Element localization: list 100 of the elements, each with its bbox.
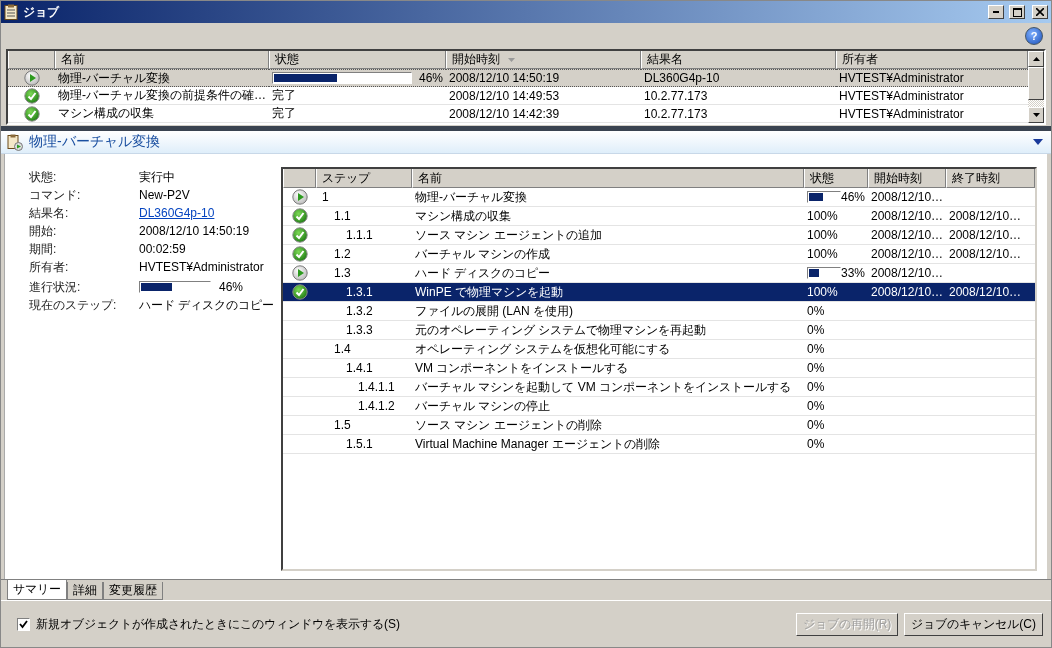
play-icon xyxy=(23,70,40,86)
close-button[interactable] xyxy=(1032,5,1048,19)
table-cell: 0% xyxy=(807,380,825,394)
details-title: 物理-バーチャル変換 xyxy=(29,133,160,151)
table-cell: 2008/12/10 14:42:39 xyxy=(449,106,560,121)
collapse-icon[interactable] xyxy=(1033,139,1043,145)
check-icon xyxy=(23,87,40,104)
minimize-button[interactable] xyxy=(988,5,1004,19)
step-row[interactable]: 1.1 マシン構成の収集 100% 2008/12/10… 2008/12/10… xyxy=(283,207,1035,226)
play-icon xyxy=(291,265,308,281)
job-row[interactable]: 物理-バーチャル変換の前提条件の確… 完了 2008/12/10 14:49:53 10.2.77.173 HVTEST¥Administrator xyxy=(8,87,1028,105)
result-link[interactable]: DL360G4p-10 xyxy=(139,206,215,220)
table-cell: HVTEST¥Administrator xyxy=(839,71,964,85)
column-header[interactable]: 状態 xyxy=(269,51,446,69)
column-header[interactable]: 名前 xyxy=(412,169,804,188)
step-row[interactable]: 1 物理-バーチャル変換 46% 2008/12/10… xyxy=(283,188,1035,207)
percent-text: 33% xyxy=(841,266,866,280)
check-icon xyxy=(23,105,40,122)
play-icon xyxy=(291,189,308,205)
step-number: 1.5.1 xyxy=(346,437,373,451)
tab[interactable]: サマリー xyxy=(7,580,67,600)
table-cell: 100% xyxy=(807,228,838,242)
table-cell: オペレーティング システムを仮想化可能にする xyxy=(415,340,671,358)
table-cell: 2008/12/10… xyxy=(949,247,1022,261)
table-cell: 0% xyxy=(807,399,825,413)
table-cell: マシン構成の収集 xyxy=(58,105,154,122)
table-cell: 2008/12/10 14:49:53 xyxy=(449,88,560,103)
table-cell: 物理-バーチャル変換の前提条件の確… xyxy=(58,87,266,104)
step-row[interactable]: 1.5.1 Virtual Machine Manager エージェントの削除 0% xyxy=(283,435,1035,454)
percent-text: 46% xyxy=(418,71,443,85)
step-number: 1.1 xyxy=(334,209,351,223)
step-number: 1.3 xyxy=(334,266,351,280)
step-row[interactable]: 1.2 バーチャル マシンの作成 100% 2008/12/10… 2008/12/10… xyxy=(283,245,1035,264)
job-run-icon xyxy=(7,133,23,151)
minimize-icon xyxy=(993,11,999,13)
property-label: 現在のステップ: xyxy=(29,296,117,314)
property-value: New-P2V xyxy=(139,188,190,202)
column-header[interactable]: 名前 xyxy=(55,51,269,69)
table-cell: 0% xyxy=(807,418,825,432)
table-cell: 2008/12/10… xyxy=(871,266,944,280)
table-cell: 0% xyxy=(807,342,825,356)
property-value: 2008/12/10 14:50:19 xyxy=(139,224,250,238)
tab[interactable]: 変更履歴 xyxy=(103,582,163,600)
table-cell: マシン構成の収集 xyxy=(415,207,511,225)
table-cell: 2008/12/10… xyxy=(949,285,1022,299)
column-header[interactable]: 開始時刻 xyxy=(868,169,946,188)
step-row[interactable]: 1.5 ソース マシン エージェントの削除 0% xyxy=(283,416,1035,435)
job-row[interactable]: マシン構成の収集 完了 2008/12/10 14:42:39 10.2.77.173 HVTEST¥Administrator xyxy=(8,105,1028,123)
step-number: 1.3.1 xyxy=(346,285,373,299)
close-icon xyxy=(1036,8,1044,16)
table-cell: WinPE で物理マシンを起動 xyxy=(415,283,563,301)
column-header[interactable] xyxy=(283,169,316,188)
step-number: 1.2 xyxy=(334,247,351,261)
step-row[interactable]: 1.3.2 ファイルの展開 (LAN を使用) 0% xyxy=(283,302,1035,321)
step-number: 1.3.2 xyxy=(346,304,373,318)
percent-text: 46% xyxy=(219,280,244,294)
table-cell: 2008/12/10… xyxy=(871,247,944,261)
scroll-down-icon[interactable] xyxy=(1032,113,1040,117)
scrollbar[interactable] xyxy=(1028,51,1044,123)
check-icon xyxy=(291,284,308,300)
step-row[interactable]: 1.3.3 元のオペレーティング システムで物理マシンを再起動 0% xyxy=(283,321,1035,340)
column-header[interactable]: ステップ xyxy=(316,169,412,188)
step-number: 1.5 xyxy=(334,418,351,432)
check-icon xyxy=(291,246,308,262)
check-icon xyxy=(291,208,308,224)
job-row[interactable]: 物理-バーチャル変換 46% 2008/12/10 14:50:19 DL360G4p-10 HVTEST¥Administrator xyxy=(8,69,1028,87)
property-label: 所有者: xyxy=(29,258,69,276)
percent-text: 46% xyxy=(841,190,866,204)
scroll-up-icon[interactable] xyxy=(1032,57,1040,61)
table-cell: 2008/12/10… xyxy=(871,228,944,242)
maximize-button[interactable] xyxy=(1009,5,1025,19)
step-row[interactable]: 1.4.1 VM コンポーネントをインストールする 0% xyxy=(283,359,1035,378)
step-row[interactable]: 1.1.1 ソース マシン エージェントの追加 100% 2008/12/10… 2008/12/10… xyxy=(283,226,1035,245)
table-cell: VM コンポーネントをインストールする xyxy=(415,359,629,377)
action-button[interactable]: ジョブのキャンセル(C) xyxy=(904,612,1043,636)
table-cell: 0% xyxy=(807,304,825,318)
checkbox[interactable] xyxy=(17,617,30,631)
tab[interactable]: 詳細 xyxy=(67,582,103,600)
column-header[interactable]: 所有者 xyxy=(836,51,1028,69)
table-cell: 2008/12/10… xyxy=(949,209,1022,223)
step-row[interactable]: 1.4.1.1 バーチャル マシンを起動して VM コンポーネントをインストールする 0% xyxy=(283,378,1035,397)
step-row[interactable]: 1.4 オペレーティング システムを仮想化可能にする 0% xyxy=(283,340,1035,359)
property-label: 状態: xyxy=(29,168,57,186)
column-header[interactable]: 結果名 xyxy=(641,51,836,69)
checkbox-label[interactable]: 新規オブジェクトが作成されたときにこのウィンドウを表示する(S) xyxy=(36,615,400,633)
column-header[interactable] xyxy=(8,51,55,69)
table-cell: 2008/12/10… xyxy=(871,209,944,223)
table-cell: ファイルの展開 (LAN を使用) xyxy=(415,302,573,320)
property-value: 00:02:59 xyxy=(139,242,186,256)
property-label: 開始: xyxy=(29,222,57,240)
property-label: 進行状況: xyxy=(29,278,81,296)
column-header[interactable]: 開始時刻 xyxy=(446,51,641,69)
table-cell: 2008/12/10 14:50:19 xyxy=(449,71,560,85)
column-header[interactable]: 終了時刻 xyxy=(946,169,1035,188)
table-cell: 物理-バーチャル変換 xyxy=(415,188,527,206)
step-row[interactable]: 1.4.1.2 バーチャル マシンの停止 0% xyxy=(283,397,1035,416)
table-cell: バーチャル マシンを起動して VM コンポーネントをインストールする xyxy=(415,378,791,396)
column-header[interactable]: 状態 xyxy=(804,169,868,188)
step-number: 1.4.1.2 xyxy=(358,399,395,413)
table-cell: 0% xyxy=(807,323,825,337)
